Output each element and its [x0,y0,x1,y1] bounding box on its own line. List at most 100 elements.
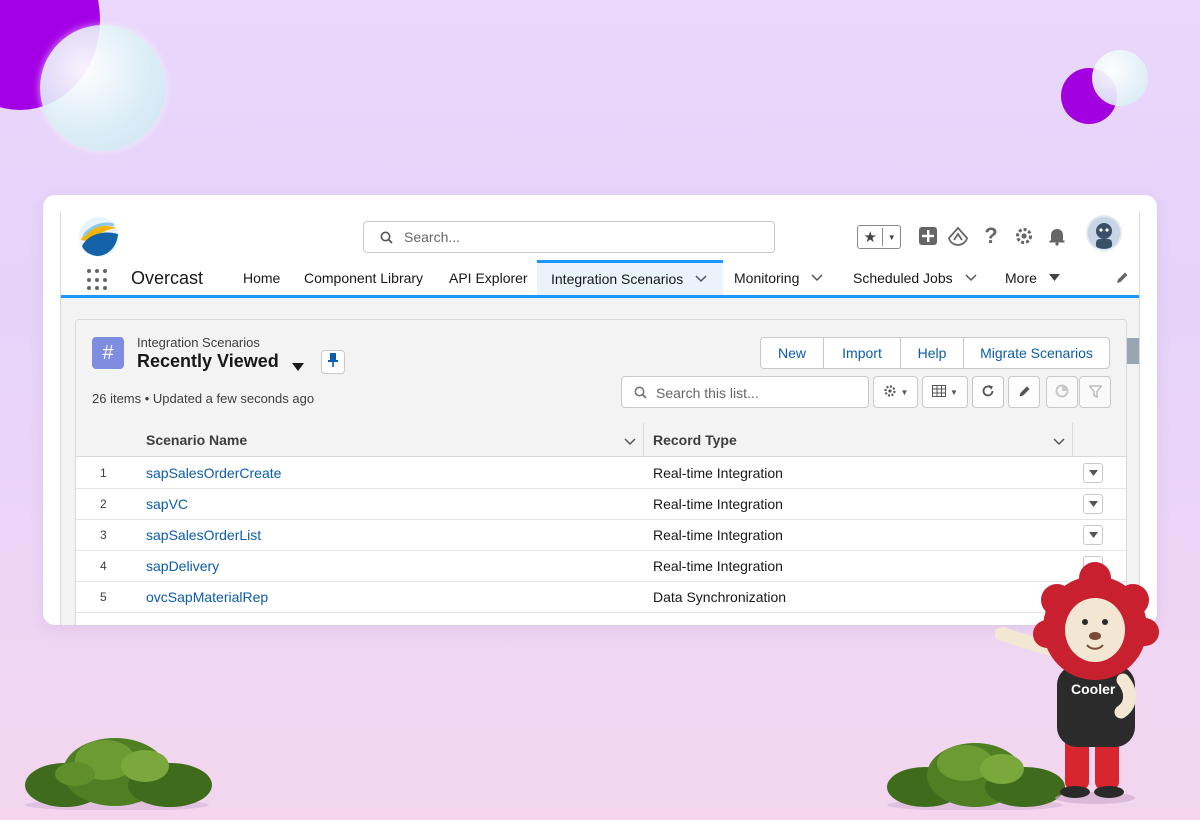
chart-icon [1055,384,1069,400]
org-logo [78,216,120,258]
column-divider [1072,423,1073,457]
decorative-bubble [1092,50,1148,106]
gear-icon[interactable] [1012,224,1036,248]
new-button[interactable]: New [761,338,823,368]
caret-down-icon: ▼ [900,387,909,397]
nav-item-label: Component Library [304,269,424,286]
column-header-record-type[interactable]: Record Type [653,423,737,457]
list-view-header: # Integration Scenarios Recently Viewed … [76,320,1126,430]
scenario-link[interactable]: sapDelivery [146,558,219,574]
row-actions-button[interactable] [1083,525,1103,545]
row-actions-button[interactable] [1083,494,1103,514]
global-header: ★ ▼ ? [61,212,1139,260]
app-name: Overcast [131,268,204,288]
chevron-down-icon[interactable] [1053,433,1065,449]
row-number: 3 [100,528,107,542]
list-search-input[interactable] [656,383,861,403]
nav-item-integration-scenarios[interactable]: Integration Scenarios [537,260,723,295]
app-navigation: Overcast Home Component Library API Expl… [61,260,1139,298]
table-row: 2 sapVC Real-time Integration [76,489,1126,520]
scenario-link[interactable]: sapVC [146,496,188,512]
pencil-icon [1018,385,1031,400]
nav-item-more[interactable]: More [1005,260,1060,295]
filter-button[interactable] [1079,376,1111,408]
table-row: 3 sapSalesOrderList Real-time Integratio… [76,520,1126,551]
edit-nav-icon[interactable] [1115,271,1129,290]
help-button[interactable]: Help [900,338,963,368]
refresh-icon [981,384,995,400]
mascot-shirt-text: Cooler [1071,681,1116,697]
table-header: Scenario Name Record Type [76,423,1126,457]
global-search[interactable] [363,221,775,253]
caret-down-icon[interactable] [1048,273,1060,282]
column-divider [643,423,644,457]
screenshot-card: ★ ▼ ? Overcast [43,195,1157,625]
refresh-button[interactable] [972,376,1004,408]
integration-scenario-object-icon: # [92,337,124,369]
salesforce-window: ★ ▼ ? Overcast [60,212,1140,625]
nav-item-scheduled-jobs[interactable]: Scheduled Jobs [853,260,977,295]
chevron-down-icon[interactable] [624,433,636,449]
search-icon [380,231,393,249]
caret-down-icon: ▼ [950,387,958,397]
nav-item-component-library[interactable]: Component Library [304,260,423,295]
search-icon [634,386,647,404]
filter-icon [1087,384,1103,400]
nav-item-label: API Explorer [449,269,528,286]
nav-item-label: Scheduled Jobs [853,269,953,286]
inline-edit-button[interactable] [1008,376,1040,408]
nav-item-label: Integration Scenarios [551,271,684,287]
global-search-input[interactable] [404,227,764,247]
scenario-link[interactable]: sapSalesOrderList [146,527,261,543]
record-type-cell: Real-time Integration [653,465,783,481]
trailhead-icon[interactable] [946,224,970,248]
column-header-scenario-name[interactable]: Scenario Name [146,423,247,457]
gear-icon [883,384,897,400]
record-type-cell: Real-time Integration [653,527,783,543]
display-as-button[interactable]: ▼ [922,376,968,408]
record-type-cell: Data Synchronization [653,589,787,605]
utility-panel-handle[interactable] [1125,338,1139,364]
caret-down-icon[interactable] [292,358,304,376]
chevron-down-icon[interactable] [695,275,707,283]
pin-list-view-button[interactable] [321,350,345,374]
table-icon [932,385,947,399]
record-type-cell: Real-time Integration [653,558,783,574]
list-actions: New Import Help Migrate Scenarios [760,337,1110,369]
nav-item-label: Home [243,269,281,286]
scenario-link[interactable]: ovcSapMaterialRep [146,589,268,605]
pin-icon [328,352,338,372]
scenario-link[interactable]: sapSalesOrderCreate [146,465,281,481]
nav-item-api-explorer[interactable]: API Explorer [449,260,528,295]
list-view-panel: # Integration Scenarios Recently Viewed … [75,319,1127,625]
help-icon[interactable]: ? [979,223,1003,248]
charts-button[interactable] [1046,376,1078,408]
row-actions-button[interactable] [1083,463,1103,483]
chevron-down-icon[interactable] [811,273,823,282]
table-row: 4 sapDelivery Real-time Integration [76,551,1126,582]
bell-icon[interactable] [1045,224,1069,248]
nav-item-label: More [1005,269,1037,286]
migrate-scenarios-button[interactable]: Migrate Scenarios [963,338,1109,368]
table-row: 1 sapSalesOrderCreate Real-time Integrat… [76,458,1126,489]
chevron-down-icon[interactable] [965,273,977,282]
favorites-button-group[interactable]: ★ ▼ [857,225,901,249]
app-launcher-icon[interactable] [87,269,109,291]
row-number: 5 [100,590,107,604]
add-icon[interactable] [916,224,940,248]
table-row: 5 ovcSapMaterialRep Data Synchronization [76,582,1126,613]
list-status-text: 26 items • Updated a few seconds ago [92,391,315,406]
decorative-bush [25,738,212,810]
star-icon[interactable]: ★ [858,228,884,246]
record-type-cell: Real-time Integration [653,496,783,512]
nav-item-label: Monitoring [734,269,800,286]
row-number: 2 [100,497,107,511]
chevron-down-icon[interactable]: ▼ [883,233,900,242]
list-view-selector[interactable]: Recently Viewed [137,351,279,372]
nav-item-home[interactable]: Home [243,260,280,295]
nav-item-monitoring[interactable]: Monitoring [734,260,823,295]
list-settings-button[interactable]: ▼ [873,376,918,408]
import-button[interactable]: Import [823,338,900,368]
list-search[interactable] [621,376,869,408]
user-avatar[interactable] [1086,215,1122,251]
